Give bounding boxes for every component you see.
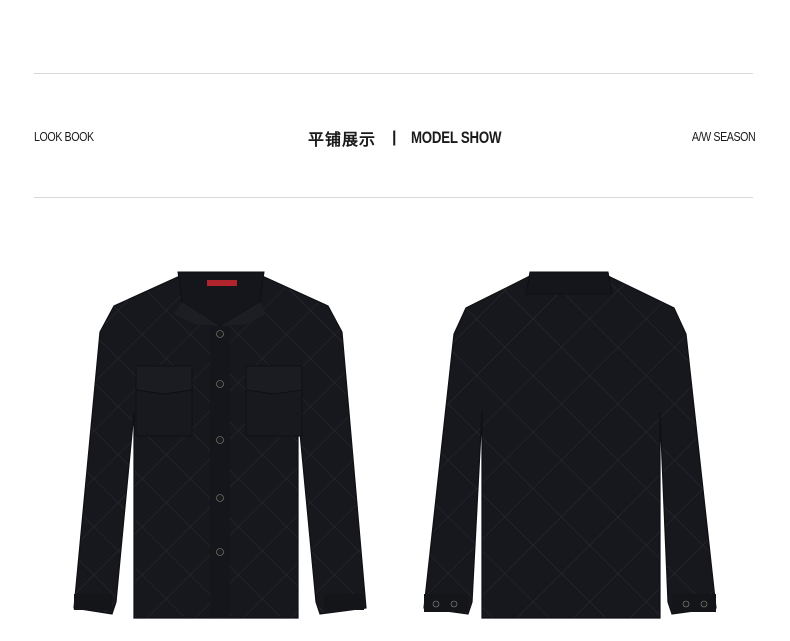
season-label: A/W SEASON xyxy=(691,129,756,144)
top-divider xyxy=(34,73,753,74)
title-en: MODEL SHOW xyxy=(410,128,501,147)
title-cn: 平铺展示 xyxy=(308,130,377,149)
brand-tag xyxy=(207,280,237,286)
title-separator: | xyxy=(392,129,397,146)
section-title: 平铺展示 | MODEL SHOW xyxy=(308,126,526,150)
look-book-label: LOOK BOOK xyxy=(34,129,94,144)
bottom-divider xyxy=(34,197,753,198)
jacket-front-image xyxy=(73,271,367,619)
jacket-back-image xyxy=(423,271,717,619)
